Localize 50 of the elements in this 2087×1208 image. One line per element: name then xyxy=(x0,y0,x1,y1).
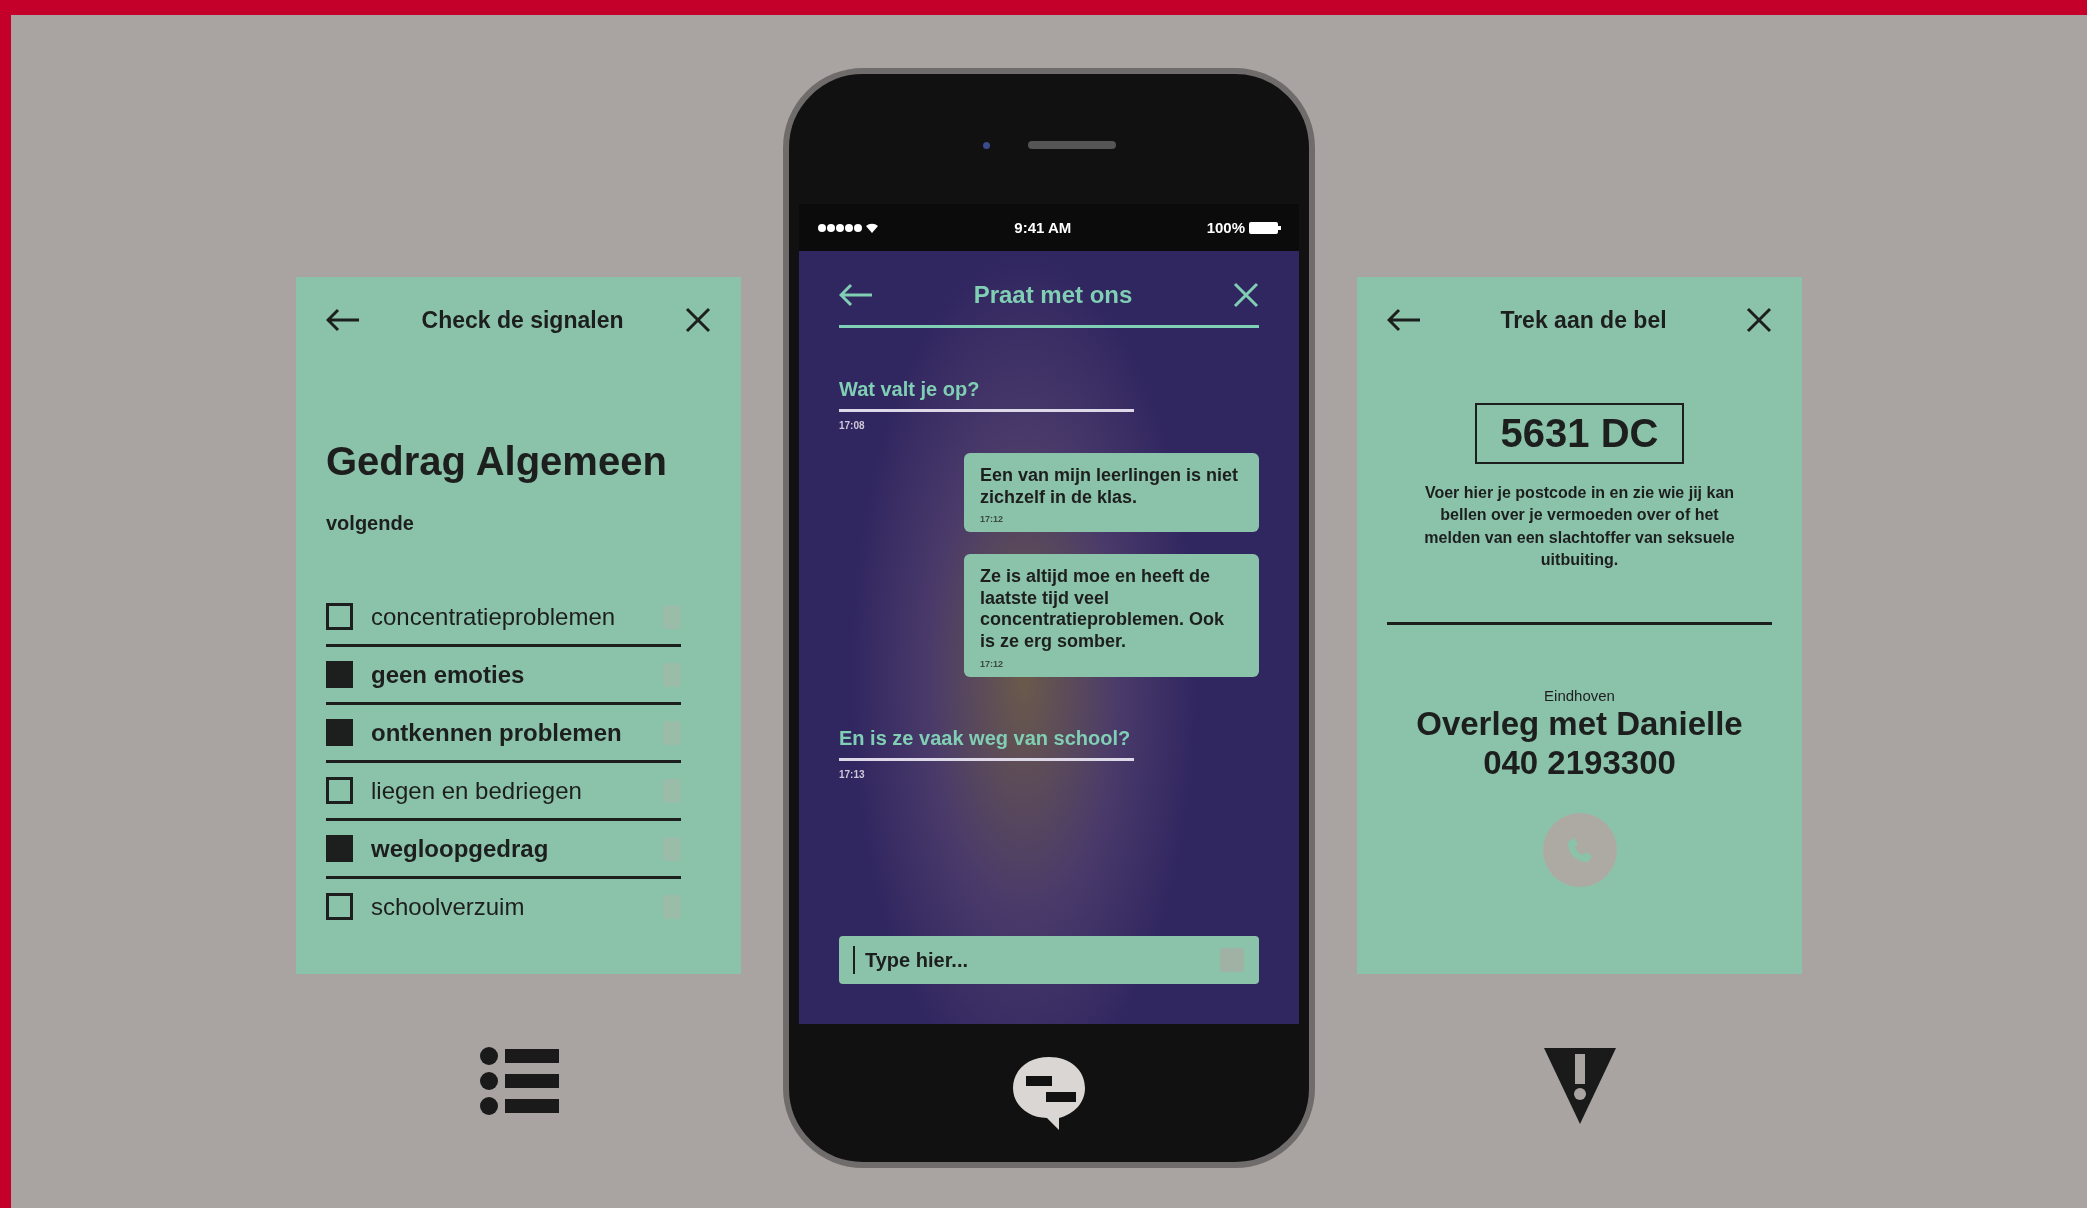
battery-icon xyxy=(1249,221,1281,234)
description-text: Voer hier je postcode in en zie wie jij kan bellen over je vermoeden over of het melden van een slachtoffer van seksuele uitbuiting. xyxy=(1423,483,1736,571)
city-label: Eindhoven xyxy=(1544,686,1615,704)
chat-logo-icon xyxy=(1010,1054,1088,1132)
message-time: 17:13 xyxy=(839,768,865,780)
message-time: 17:08 xyxy=(839,420,865,431)
checklist-label: geen emoties xyxy=(371,660,526,689)
checklist-label: ontkennen problemen xyxy=(371,718,623,747)
checklist-label: concentratieproblemen xyxy=(371,602,617,631)
contact-name: Overleg met Danielle xyxy=(1416,703,1743,744)
panel-title: Trek aan de bel xyxy=(1500,306,1667,334)
checklist-label: liegen en bedriegen xyxy=(371,776,583,805)
checkbox[interactable] xyxy=(326,777,353,804)
message-time: 17:12 xyxy=(980,658,1005,669)
warning-icon xyxy=(1543,1046,1616,1126)
close-button[interactable] xyxy=(1746,307,1772,333)
checkbox[interactable] xyxy=(326,603,353,630)
phone-number: 040 2193300 xyxy=(1483,743,1676,783)
back-arrow-icon xyxy=(326,308,360,332)
close-button[interactable] xyxy=(685,307,711,333)
back-button[interactable] xyxy=(326,308,360,332)
message-text: Ze is altijd moe en heeft de laatste tijd veel concentratieproblemen. Ook is ze erg somber. xyxy=(980,566,1226,653)
back-arrow-icon xyxy=(1387,308,1421,332)
close-icon xyxy=(1233,282,1259,308)
message-input-field[interactable]: Type hier... xyxy=(839,936,1259,984)
camera-icon xyxy=(982,141,990,149)
message-time: 17:12 xyxy=(980,514,1005,525)
checklist-label: wegloopgedrag xyxy=(371,834,550,863)
back-arrow-icon xyxy=(839,283,873,307)
next-link[interactable]: volgende xyxy=(326,512,414,535)
close-icon xyxy=(685,307,711,333)
close-icon xyxy=(1746,307,1772,333)
checkbox[interactable] xyxy=(326,893,353,920)
checkbox[interactable] xyxy=(326,719,353,746)
postcode-field[interactable]: 5631 DC xyxy=(1474,403,1685,464)
message-text: Een van mijn leerlingen is niet zichzelf in de klas. xyxy=(980,465,1240,509)
section-heading: Gedrag Algemeen xyxy=(326,439,668,484)
status-time: 9:41 AM xyxy=(1014,219,1072,236)
checklist-label: schoolverzuim xyxy=(371,892,526,921)
back-button[interactable] xyxy=(1387,308,1421,332)
chat-question: En is ze vaak weg van school? xyxy=(839,726,1134,761)
chat-question: Wat valt je op? xyxy=(839,378,1134,412)
checkbox[interactable] xyxy=(326,661,353,688)
panel-title: Check de signalen xyxy=(421,306,624,334)
checkbox[interactable] xyxy=(326,835,353,862)
speaker-icon xyxy=(1027,141,1116,149)
signal-icon xyxy=(817,221,879,234)
list-icon xyxy=(478,1046,559,1116)
battery-percent: 100% xyxy=(1206,219,1245,236)
chat-title: Praat met ons xyxy=(973,281,1133,309)
